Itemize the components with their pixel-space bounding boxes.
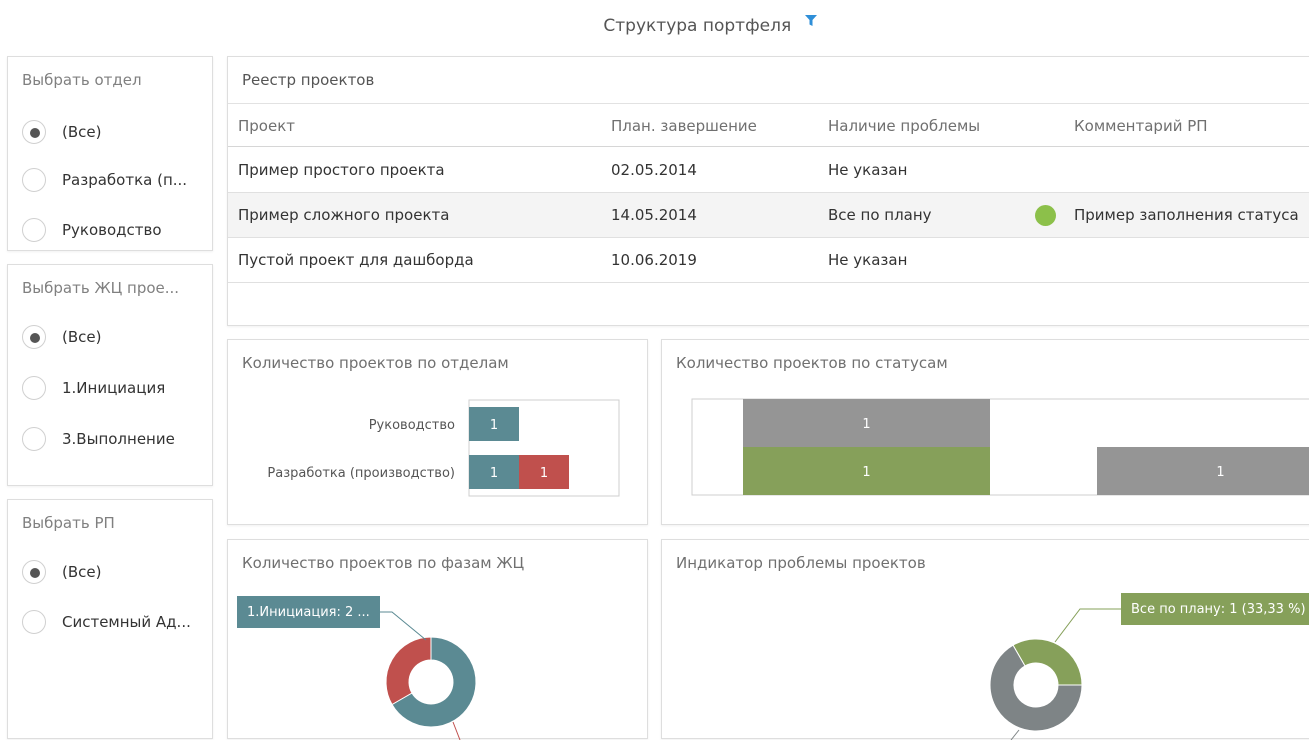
table-header: Проект План. завершение Наличие проблемы… <box>228 103 1309 147</box>
status-bar-chart: 1 1 1 <box>691 398 1309 496</box>
table-row[interactable]: Пустой проект для дашборда 10.06.2019 Не… <box>228 238 1309 283</box>
radio-button[interactable] <box>22 610 46 634</box>
cell-comment: Пример заполнения статуса <box>1074 206 1299 224</box>
cell-problem: Все по плану <box>828 206 932 224</box>
radio-button[interactable] <box>22 168 46 192</box>
column-header-comment[interactable]: Комментарий РП <box>1074 117 1208 135</box>
pm-filter-title: Выбрать РП <box>22 514 115 532</box>
option-label: 1.Инициация <box>62 379 166 397</box>
status-indicator-icon <box>1035 205 1056 226</box>
option-label: (Все) <box>62 123 102 141</box>
column-header-project[interactable]: Проект <box>238 117 295 135</box>
data-label: 1 <box>1216 465 1224 480</box>
data-label: 1 <box>862 465 870 480</box>
phase-donut-chart <box>380 611 477 740</box>
data-label: 1 <box>490 418 498 433</box>
option-label: Системный Ад... <box>62 613 191 631</box>
page-header: Структура портфеля <box>0 12 1309 36</box>
lifecycle-option-all[interactable]: (Все) <box>22 324 101 350</box>
lifecycle-option-execution[interactable]: 3.Выполнение <box>22 426 175 452</box>
page-title: Структура портфеля <box>603 16 792 36</box>
bar <box>1097 447 1309 495</box>
data-label: 1 <box>540 466 548 481</box>
radio-button[interactable] <box>22 325 46 349</box>
cell-problem: Не указан <box>828 251 908 269</box>
pm-filter-panel: Выбрать РП (Все) Системный Ад... <box>7 499 213 739</box>
problem-chart-panel: Индикатор проблемы проектов Все по плану… <box>661 539 1309 740</box>
phase-chart-panel: Количество проектов по фазам ЖЦ 1.Инициа… <box>227 539 648 740</box>
column-header-problem[interactable]: Наличие проблемы <box>828 117 980 135</box>
cell-date: 02.05.2014 <box>611 161 697 179</box>
radio-button[interactable] <box>22 120 46 144</box>
filter-icon[interactable] <box>804 12 817 32</box>
category-label: Руководство <box>369 418 455 433</box>
pm-option-all[interactable]: (Все) <box>22 559 101 585</box>
cell-problem: Не указан <box>828 161 908 179</box>
problem-callout-label: Все по плану: 1 (33,33 %) <box>1121 593 1309 625</box>
category-label: Разработка (производство) <box>267 466 455 481</box>
cell-project: Пример простого проекта <box>238 161 445 179</box>
cell-date: 10.06.2019 <box>611 251 697 269</box>
radio-button[interactable] <box>22 427 46 451</box>
status-chart-panel: Количество проектов по статусам 111 <box>661 339 1309 525</box>
cell-project: Пример сложного проекта <box>238 206 450 224</box>
phase-callout-label: 1.Инициация: 2 ... <box>237 596 380 628</box>
leader-line <box>1054 608 1121 643</box>
radio-button[interactable] <box>22 218 46 242</box>
registry-title: Реестр проектов <box>242 71 375 89</box>
option-label: Руководство <box>62 221 162 239</box>
dept-chart-panel: Количество проектов по отделам Руководст… <box>227 339 648 525</box>
project-registry-panel: Реестр проектов Проект План. завершение … <box>227 56 1309 326</box>
option-label: 3.Выполнение <box>62 430 175 448</box>
leader-line <box>452 721 461 740</box>
department-option-management[interactable]: Руководство <box>22 217 162 243</box>
data-label: 1 <box>862 417 870 432</box>
problem-donut-chart <box>989 608 1121 740</box>
leader-line <box>380 611 427 641</box>
department-filter-title: Выбрать отдел <box>22 71 142 89</box>
option-label: Разработка (п... <box>62 171 188 189</box>
lifecycle-filter-title: Выбрать ЖЦ прое... <box>22 279 180 297</box>
leader-line <box>1010 729 1020 740</box>
data-label: 1 <box>490 466 498 481</box>
option-label: (Все) <box>62 328 102 346</box>
lifecycle-option-initiation[interactable]: 1.Инициация <box>22 375 165 401</box>
cell-project: Пустой проект для дашборда <box>238 251 474 269</box>
department-option-all[interactable]: (Все) <box>22 119 101 145</box>
department-option-development[interactable]: Разработка (п... <box>22 167 187 193</box>
table-row[interactable]: Пример простого проекта 02.05.2014 Не ук… <box>228 148 1309 193</box>
cell-date: 14.05.2014 <box>611 206 697 224</box>
pie-slice <box>1012 638 1083 686</box>
radio-button[interactable] <box>22 560 46 584</box>
pm-option-sysadmin[interactable]: Системный Ад... <box>22 609 191 635</box>
dept-bar-chart: Руководство 1 Разработка (производство) 1 1 <box>267 399 620 497</box>
pie-slice <box>385 636 432 706</box>
department-filter-panel: Выбрать отдел (Все) Разработка (п... Рук… <box>7 56 213 251</box>
option-label: (Все) <box>62 563 102 581</box>
table-row[interactable]: Пример сложного проекта 14.05.2014 Все п… <box>228 193 1309 238</box>
column-header-plan-date[interactable]: План. завершение <box>611 117 757 135</box>
lifecycle-filter-panel: Выбрать ЖЦ прое... (Все) 1.Инициация 3.В… <box>7 264 213 486</box>
radio-button[interactable] <box>22 376 46 400</box>
